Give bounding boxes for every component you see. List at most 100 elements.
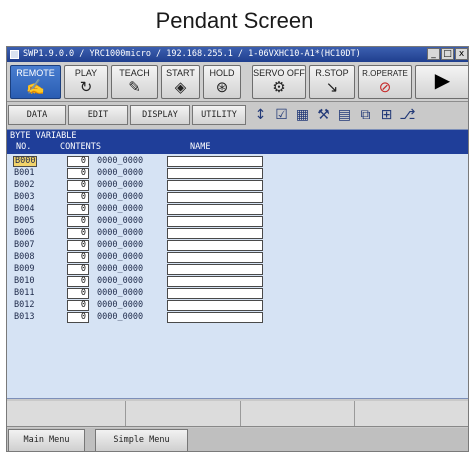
variable-bits: 0000_0000 [97,228,144,238]
variable-bits: 0000_0000 [97,168,144,178]
status-cell [7,401,127,426]
title-bar: SWP1.9.0.0 / YRC1000micro / 192.168.255.… [7,47,468,62]
play-cycle-icon: ↻ [79,79,93,96]
next-page-button[interactable]: ▶ [415,65,468,99]
variable-value-field[interactable]: 0 [67,192,89,203]
variable-value-field[interactable]: 0 [67,288,89,299]
variable-name-field[interactable] [167,264,263,275]
variable-number[interactable]: B003 [13,192,37,203]
table-row[interactable]: B009 0 0000_0000 [7,264,468,276]
variable-number[interactable]: B010 [13,276,37,287]
variable-name-field[interactable] [167,168,263,179]
variable-bits: 0000_0000 [97,180,144,190]
table-row[interactable]: B006 0 0000_0000 [7,228,468,240]
variable-number[interactable]: B011 [13,288,37,299]
menu-display[interactable]: DISPLAY [130,105,190,125]
column-name-header: NAME [190,142,211,152]
table-row[interactable]: B001 0 0000_0000 [7,168,468,180]
minimize-button[interactable]: _ [427,48,440,60]
variable-value-field[interactable]: 0 [67,156,89,167]
variable-value-field[interactable]: 0 [67,300,89,311]
restore-button[interactable]: □ [441,48,454,60]
servo-off-label: SERVO OFF [253,68,305,78]
variable-name-field[interactable] [167,228,263,239]
variable-number[interactable]: B013 [13,312,37,323]
variable-number[interactable]: B007 [13,240,37,251]
teach-label: TEACH [119,68,150,78]
variable-value-field[interactable]: 0 [67,216,89,227]
variable-name-field[interactable] [167,240,263,251]
variable-number[interactable]: B002 [13,180,37,191]
variable-value-field[interactable]: 0 [67,276,89,287]
variable-name-field[interactable] [167,276,263,287]
table-row[interactable]: B003 0 0000_0000 [7,192,468,204]
variable-value-field[interactable]: 0 [67,180,89,191]
byte-variable-panel: BYTE VARIABLE NO. CONTENTS NAME B000 0 000… [7,129,468,399]
servo-off-button[interactable]: SERVO OFF ⚙ [252,65,306,99]
r-stop-button[interactable]: R.STOP ↘ [309,65,355,99]
status-cell [355,401,468,426]
variable-number[interactable]: B006 [13,228,37,239]
menu-utility[interactable]: UTILITY [192,105,246,125]
variable-name-field[interactable] [167,252,263,263]
variable-number[interactable]: B004 [13,204,37,215]
variable-number[interactable]: B001 [13,168,37,179]
table-row[interactable]: B010 0 0000_0000 [7,276,468,288]
teach-button[interactable]: TEACH ✎ [111,65,158,99]
variable-number[interactable]: B000 [13,156,37,167]
chart-icon[interactable]: ▦ [294,106,311,124]
app-icon [10,50,19,59]
variable-value-field[interactable]: 0 [67,168,89,179]
variable-number[interactable]: B012 [13,300,37,311]
variable-name-field[interactable] [167,300,263,311]
start-button[interactable]: START ◈ [161,65,200,99]
variable-value-field[interactable]: 0 [67,240,89,251]
play-button[interactable]: PLAY ↻ [64,65,108,99]
menu-data[interactable]: DATA [8,105,66,125]
close-button[interactable]: x [455,48,468,60]
variable-value-field[interactable]: 0 [67,204,89,215]
variable-name-field[interactable] [167,192,263,203]
table-row[interactable]: B004 0 0000_0000 [7,204,468,216]
servo-motor-icon: ⚙ [272,79,286,96]
variable-value-field[interactable]: 0 [67,264,89,275]
variable-name-field[interactable] [167,204,263,215]
checklist-icon[interactable]: ☑ [273,106,290,124]
robot-stop-icon: ↘ [325,79,339,96]
variable-name-field[interactable] [167,180,263,191]
table-row[interactable]: B011 0 0000_0000 [7,288,468,300]
variable-name-field[interactable] [167,216,263,227]
variable-name-field[interactable] [167,288,263,299]
remote-button[interactable]: REMOTE ✍ [10,65,61,99]
branch-icon[interactable]: ⎇ [399,106,416,124]
table-row[interactable]: B005 0 0000_0000 [7,216,468,228]
variable-number[interactable]: B005 [13,216,37,227]
table-row[interactable]: B000 0 0000_0000 [7,156,468,168]
bottom-bar: Main Menu Simple Menu [7,428,468,451]
table-row[interactable]: B008 0 0000_0000 [7,252,468,264]
variable-number[interactable]: B008 [13,252,37,263]
variable-value-field[interactable]: 0 [67,312,89,323]
variable-value-field[interactable]: 0 [67,252,89,263]
monitor-icon[interactable]: ▤ [336,106,353,124]
r-operate-button[interactable]: R.OPERATE ⊘ [358,65,412,99]
variable-value-field[interactable]: 0 [67,228,89,239]
variable-bits: 0000_0000 [97,252,144,262]
table-row[interactable]: B012 0 0000_0000 [7,300,468,312]
grid-icon[interactable]: ⊞ [378,106,395,124]
main-menu-button[interactable]: Main Menu [8,429,85,451]
table-row[interactable]: B007 0 0000_0000 [7,240,468,252]
menu-edit[interactable]: EDIT [68,105,128,125]
table-row[interactable]: B002 0 0000_0000 [7,180,468,192]
variable-name-field[interactable] [167,312,263,323]
tools-icon[interactable]: ⚒ [315,106,332,124]
table-row[interactable]: B013 0 0000_0000 [7,312,468,324]
variable-name-field[interactable] [167,156,263,167]
window-icon[interactable]: ⧉ [357,106,374,124]
variable-number[interactable]: B009 [13,264,37,275]
hold-button[interactable]: HOLD ⊛ [203,65,241,99]
r-operate-label: R.OPERATE [362,69,408,78]
toolbar-icons: ↕ ☑ ▦ ⚒ ▤ ⧉ ⊞ ⎇ [252,106,416,124]
simple-menu-button[interactable]: Simple Menu [95,429,188,451]
sort-icon[interactable]: ↕ [252,106,269,124]
